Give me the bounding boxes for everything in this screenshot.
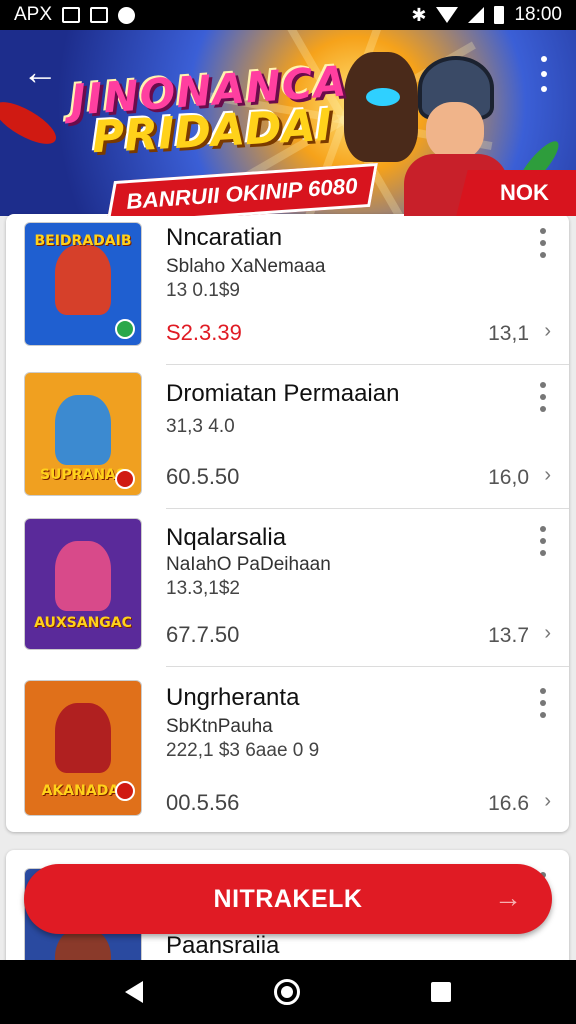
item-count: 16.6 <box>488 792 529 815</box>
thumbnail-badge <box>115 781 135 801</box>
thumbnail-badge <box>115 319 135 339</box>
ribbon-text: BANRUII OKINIP 6080 <box>125 173 359 214</box>
banner-ribbon-right: NOK <box>456 170 576 216</box>
item-price: 67.7.50 <box>166 622 240 647</box>
cta-label: NITRAKELK <box>213 884 363 913</box>
nav-back-icon[interactable] <box>125 981 144 1003</box>
more-vert-icon[interactable] <box>539 228 547 258</box>
notification-icon <box>118 6 136 24</box>
game-thumbnail: AKANADAI <box>24 680 142 816</box>
more-vert-icon[interactable] <box>534 56 554 92</box>
thumbnail-figure <box>55 541 111 611</box>
list-item[interactable]: AUXSANGAC Nqalarsalia NaIahO PaDeihaan 1… <box>6 508 569 666</box>
back-arrow-icon[interactable]: ← <box>22 50 62 94</box>
signal-icon <box>468 7 485 23</box>
item-title: Ungrheranta <box>166 684 300 711</box>
promo-banner[interactable]: ← JINONANCA PRIDADAI BANRUII OKINIP 6080… <box>0 30 576 216</box>
item-title: Dromiatan Permaaian <box>166 380 400 407</box>
system-nav-bar <box>0 960 576 1024</box>
item-count: 16,0 <box>488 466 529 489</box>
item-title: Nqalarsalia <box>166 524 287 551</box>
creature-eye <box>366 88 400 106</box>
more-vert-icon[interactable] <box>539 382 547 412</box>
more-vert-icon[interactable] <box>539 526 547 556</box>
status-left: APX <box>14 4 136 26</box>
chili-decoration <box>0 94 62 152</box>
battery-icon <box>494 6 505 24</box>
nav-recents-icon[interactable] <box>430 982 451 1002</box>
thumbnail-figure <box>55 245 111 315</box>
item-count: 13.7 <box>488 624 529 647</box>
item-meta: 13 0.1$9 <box>166 280 240 301</box>
wifi-icon <box>436 7 459 23</box>
thumbnail-badge <box>115 469 135 489</box>
image-icon <box>62 7 81 23</box>
item-subtitle: NaIahO PaDeihaan <box>166 554 331 575</box>
banner-ribbon: BANRUII OKINIP 6080 <box>106 162 378 216</box>
chevron-right-icon[interactable]: › <box>544 464 551 487</box>
list-item[interactable]: AKANADAI Ungrheranta SbKtnPauha 222,1 $3… <box>6 666 569 832</box>
item-subtitle: Sblaho XaNemaaa <box>166 256 326 277</box>
item-meta: 13.3,1$2 <box>166 578 240 599</box>
item-count: 13,1 <box>488 322 529 345</box>
status-time: 18:00 <box>514 4 562 25</box>
game-thumbnail: BEIDRADAIB <box>24 222 142 346</box>
list-item[interactable]: SUPRANAS Dromiatan Permaaian 31,3 4.0 60… <box>6 364 569 508</box>
item-meta: 222,1 $3 6aae 0 9 <box>166 740 320 761</box>
item-title: Paansraiia <box>166 932 280 959</box>
thumbnail-figure <box>55 703 111 773</box>
game-thumbnail: SUPRANAS <box>24 372 142 496</box>
bluetooth-icon: ✱ <box>411 4 427 25</box>
list-item[interactable]: BEIDRADAIB Nncaratian Sblaho XaNemaaa 13… <box>6 214 569 364</box>
item-meta: 31,3 4.0 <box>166 416 235 437</box>
item-price: 60.5.50 <box>166 464 240 489</box>
photo-icon <box>90 7 109 23</box>
item-price: S2.3.39 <box>166 320 242 345</box>
chevron-right-icon[interactable]: › <box>544 622 551 645</box>
item-title: Nncaratian <box>166 224 283 251</box>
more-vert-icon[interactable] <box>539 688 547 718</box>
ribbon-right-text: NOK <box>499 180 549 205</box>
carrier-label: APX <box>14 4 53 25</box>
primary-cta-button[interactable]: NITRAKELK → <box>24 864 552 934</box>
thumbnail-text: AUXSANGAC <box>34 615 132 631</box>
thumbnail-figure <box>55 395 111 465</box>
thumbnail-text: BEIDRADAIB <box>34 233 132 249</box>
arrow-right-icon: → <box>494 882 522 913</box>
game-thumbnail: AUXSANGAC <box>24 518 142 650</box>
item-price: 00.5.56 <box>166 790 240 815</box>
chevron-right-icon[interactable]: › <box>544 320 551 343</box>
hero-face <box>426 102 484 160</box>
item-subtitle: SbKtnPauha <box>166 716 273 737</box>
chevron-right-icon[interactable]: › <box>544 790 551 813</box>
game-list-card: BEIDRADAIB Nncaratian Sblaho XaNemaaa 13… <box>6 214 569 832</box>
status-right: ✱ 18:00 <box>411 4 562 26</box>
nav-home-icon[interactable] <box>273 979 300 1005</box>
status-bar: APX ✱ 18:00 <box>0 0 576 30</box>
